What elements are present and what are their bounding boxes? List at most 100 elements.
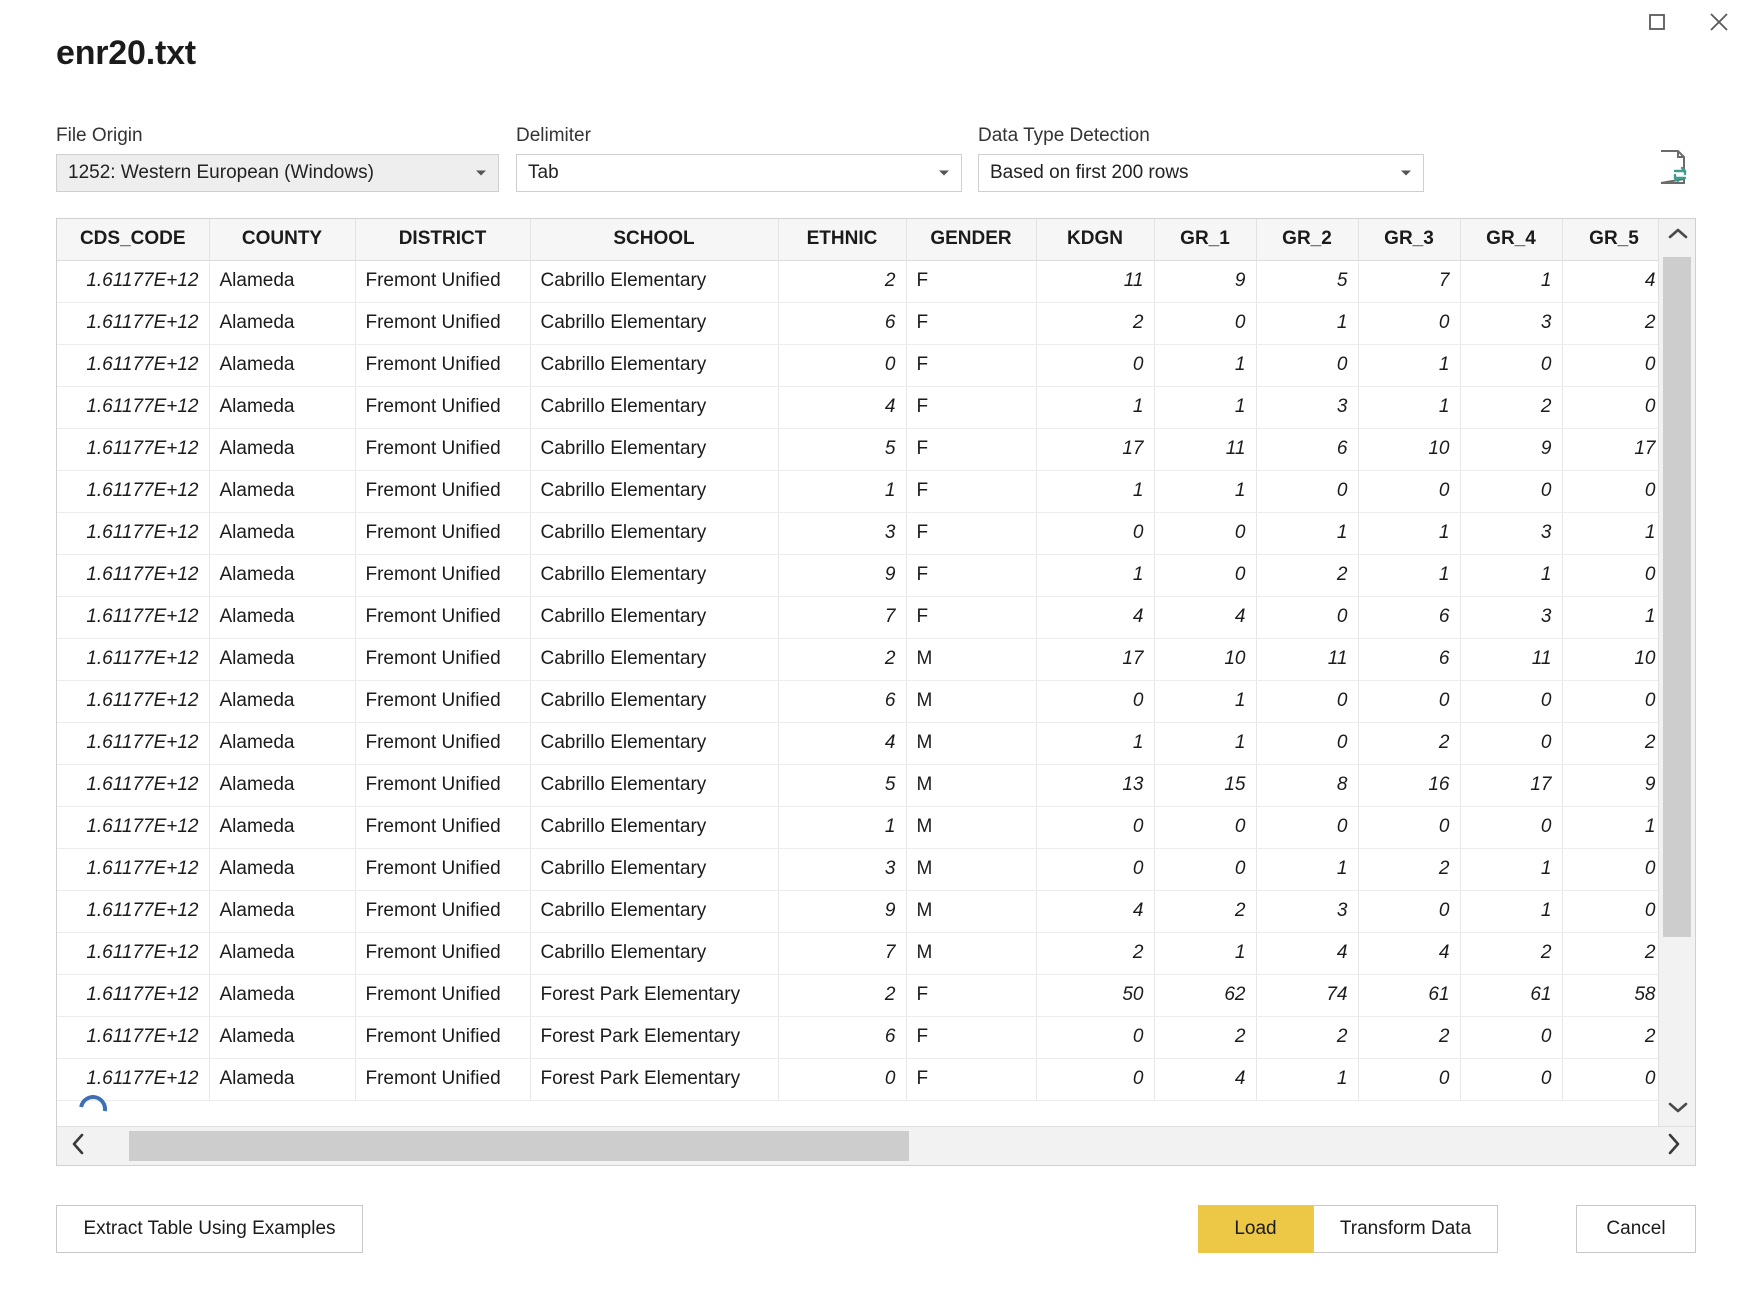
table-row[interactable]: 1.61177E+12 Alameda Fremont Unified Cabrill… <box>57 722 1658 765</box>
header-row: CDS_CODE COUNTY DISTRICT SCHOOL ETHNIC GENDER… <box>57 219 1658 261</box>
cell-gr_5: 0 <box>1562 470 1658 513</box>
horizontal-scrollbar[interactable] <box>57 1126 1695 1165</box>
column-header-gr_1[interactable]: GR_1 <box>1154 219 1257 261</box>
cell-kdgn: 0 <box>1036 1016 1155 1059</box>
file-refresh-icon <box>1657 149 1691 190</box>
cell-ethnic: 4 <box>778 722 907 765</box>
table-row[interactable]: 1.61177E+12 Alameda Fremont Unified Cabrill… <box>57 428 1658 471</box>
scroll-up-button[interactable] <box>1659 219 1695 253</box>
delimiter-dropdown[interactable]: Tab <box>516 154 962 192</box>
cell-gr_3: 2 <box>1358 722 1461 765</box>
column-header-gr_3[interactable]: GR_3 <box>1358 219 1461 261</box>
table-row[interactable]: 1.61177E+12 Alameda Fremont Unified Cabrill… <box>57 344 1658 387</box>
close-button[interactable] <box>1688 0 1750 44</box>
column-header-gr_4[interactable]: GR_4 <box>1460 219 1563 261</box>
table-row[interactable]: 1.61177E+12 Alameda Fremont Unified Forest … <box>57 1058 1658 1101</box>
column-header-kdgn[interactable]: KDGN <box>1036 219 1155 261</box>
cell-gr_4: 1 <box>1460 890 1563 933</box>
column-header-gr_5[interactable]: GR_5 <box>1562 219 1658 261</box>
cell-gr_4: 3 <box>1460 302 1563 345</box>
import-preview-dialog: enr20.txt File Origin 1252: Western Euro… <box>0 0 1750 1312</box>
maximize-button[interactable] <box>1626 0 1688 44</box>
scroll-down-button[interactable] <box>1659 1092 1695 1126</box>
cell-gr_1: 15 <box>1154 764 1257 807</box>
table-row[interactable]: 1.61177E+12 Alameda Fremont Unified Cabrill… <box>57 386 1658 429</box>
cell-gr_4: 0 <box>1460 470 1563 513</box>
transform-data-button[interactable]: Transform Data <box>1313 1205 1498 1253</box>
refresh-preview-button[interactable] <box>1652 147 1696 191</box>
extract-table-using-examples-button[interactable]: Extract Table Using Examples <box>56 1205 363 1253</box>
column-header-district[interactable]: DISTRICT <box>355 219 531 261</box>
column-header-county[interactable]: COUNTY <box>209 219 356 261</box>
cell-ethnic: 3 <box>778 512 907 555</box>
table-row[interactable]: 1.61177E+12 Alameda Fremont Unified Forest … <box>57 1016 1658 1059</box>
cell-kdgn: 0 <box>1036 344 1155 387</box>
column-header-school[interactable]: SCHOOL <box>530 219 779 261</box>
cell-ethnic: 7 <box>778 596 907 639</box>
column-header-cds_code[interactable]: CDS_CODE <box>57 219 210 261</box>
cell-gr_4: 11 <box>1460 638 1563 681</box>
table-row[interactable]: 1.61177E+12 Alameda Fremont Unified Cabrill… <box>57 932 1658 975</box>
scroll-left-button[interactable] <box>57 1127 99 1165</box>
cell-gr_1: 2 <box>1154 1016 1257 1059</box>
table-row[interactable]: 1.61177E+12 Alameda Fremont Unified Cabrill… <box>57 470 1658 513</box>
table-row[interactable]: 1.61177E+12 Alameda Fremont Unified Cabrill… <box>57 554 1658 597</box>
cell-gr_5: 2 <box>1562 932 1658 975</box>
table-row[interactable]: 1.61177E+12 Alameda Fremont Unified Cabrill… <box>57 848 1658 891</box>
column-header-ethnic[interactable]: ETHNIC <box>778 219 907 261</box>
cell-gr_5: 0 <box>1562 386 1658 429</box>
cell-gr_3: 1 <box>1358 554 1461 597</box>
cell-gender: F <box>906 974 1037 1017</box>
cell-school: Cabrillo Elementary <box>530 470 779 513</box>
cell-gender: M <box>906 932 1037 975</box>
cell-gr_3: 16 <box>1358 764 1461 807</box>
cell-gr_5: 10 <box>1562 638 1658 681</box>
cell-gr_1: 0 <box>1154 554 1257 597</box>
close-icon <box>1708 11 1730 33</box>
scroll-right-button[interactable] <box>1653 1127 1695 1165</box>
cell-gr_2: 1 <box>1256 1058 1359 1101</box>
cell-gender: F <box>906 302 1037 345</box>
cell-kdgn: 1 <box>1036 386 1155 429</box>
cell-cds_code: 1.61177E+12 <box>57 1016 210 1059</box>
table-row[interactable]: 1.61177E+12 Alameda Fremont Unified Cabrill… <box>57 512 1658 555</box>
table-row[interactable]: 1.61177E+12 Alameda Fremont Unified Cabrill… <box>57 680 1658 723</box>
cell-district: Fremont Unified <box>355 722 531 765</box>
table-row[interactable]: 1.61177E+12 Alameda Fremont Unified Cabrill… <box>57 764 1658 807</box>
file-origin-dropdown[interactable]: 1252: Western European (Windows) <box>56 154 499 192</box>
horizontal-scroll-thumb[interactable] <box>129 1131 909 1161</box>
cell-county: Alameda <box>209 680 356 723</box>
table-row[interactable]: 1.61177E+12 Alameda Fremont Unified Cabrill… <box>57 890 1658 933</box>
vertical-scrollbar[interactable] <box>1658 219 1695 1126</box>
table-row[interactable]: 1.61177E+12 Alameda Fremont Unified Cabrill… <box>57 638 1658 681</box>
table-row[interactable]: 1.61177E+12 Alameda Fremont Unified Cabrill… <box>57 596 1658 639</box>
cell-kdgn: 17 <box>1036 638 1155 681</box>
table-row[interactable]: 1.61177E+12 Alameda Fremont Unified Cabrill… <box>57 260 1658 303</box>
cell-school: Cabrillo Elementary <box>530 638 779 681</box>
cell-district: Fremont Unified <box>355 638 531 681</box>
column-header-gender[interactable]: GENDER <box>906 219 1037 261</box>
cell-district: Fremont Unified <box>355 848 531 891</box>
cell-school: Cabrillo Elementary <box>530 596 779 639</box>
table-row[interactable]: 1.61177E+12 Alameda Fremont Unified Cabrill… <box>57 302 1658 345</box>
cell-kdgn: 1 <box>1036 722 1155 765</box>
grid-scroll-area[interactable]: CDS_CODE COUNTY DISTRICT SCHOOL ETHNIC GENDER… <box>57 219 1658 1126</box>
cell-district: Fremont Unified <box>355 260 531 303</box>
cell-gr_2: 3 <box>1256 890 1359 933</box>
cell-gr_2: 11 <box>1256 638 1359 681</box>
cell-gr_4: 2 <box>1460 932 1563 975</box>
cell-district: Fremont Unified <box>355 386 531 429</box>
load-button[interactable]: Load <box>1198 1205 1313 1253</box>
vertical-scroll-thumb[interactable] <box>1663 257 1691 937</box>
cell-gr_2: 0 <box>1256 806 1359 849</box>
cell-county: Alameda <box>209 554 356 597</box>
cancel-button[interactable]: Cancel <box>1576 1205 1696 1253</box>
cell-district: Fremont Unified <box>355 806 531 849</box>
table-row[interactable]: 1.61177E+12 Alameda Fremont Unified Forest … <box>57 974 1658 1017</box>
column-header-gr_2[interactable]: GR_2 <box>1256 219 1359 261</box>
data-type-detection-dropdown[interactable]: Based on first 200 rows <box>978 154 1424 192</box>
cell-ethnic: 7 <box>778 932 907 975</box>
cell-ethnic: 5 <box>778 428 907 471</box>
cell-ethnic: 6 <box>778 1016 907 1059</box>
table-row[interactable]: 1.61177E+12 Alameda Fremont Unified Cabrill… <box>57 806 1658 849</box>
